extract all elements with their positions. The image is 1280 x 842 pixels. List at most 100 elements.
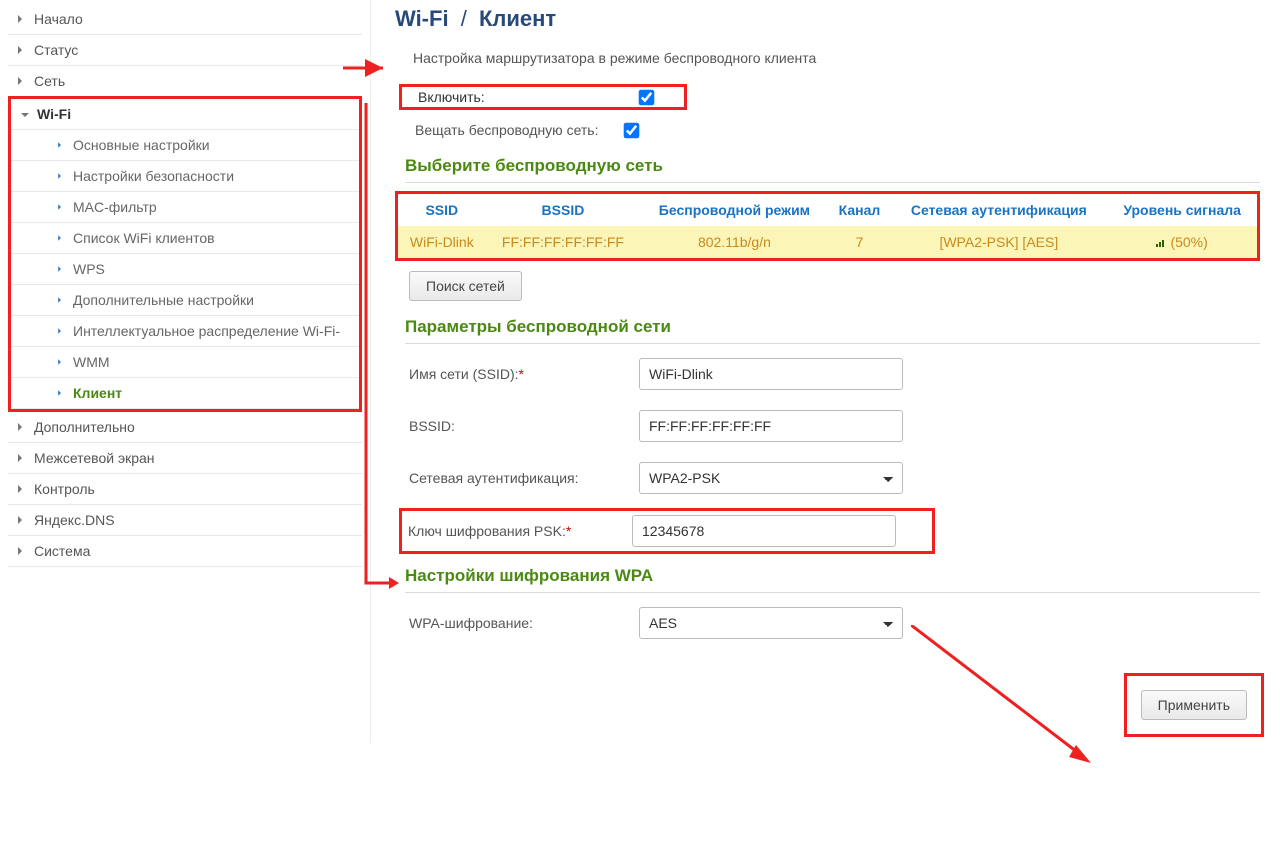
nav-label: WPS bbox=[73, 261, 105, 277]
main-panel: Wi-Fi / Клиент Настройка маршрутизатора … bbox=[370, 0, 1280, 743]
nav-status[interactable]: Статус bbox=[8, 35, 362, 66]
nav-label: Начало bbox=[34, 11, 83, 27]
nav-yandex-dns[interactable]: Яндекс.DNS bbox=[8, 505, 362, 536]
nav-wifi-security[interactable]: Настройки безопасности bbox=[11, 161, 359, 192]
nav-wifi-wmm[interactable]: WMM bbox=[11, 347, 359, 378]
enable-checkbox[interactable] bbox=[639, 89, 655, 105]
apply-button[interactable]: Применить bbox=[1141, 690, 1247, 720]
nav-wifi-clients[interactable]: Список WiFi клиентов bbox=[11, 223, 359, 254]
chevron-icon bbox=[18, 516, 26, 524]
bssid-input[interactable] bbox=[639, 410, 903, 442]
chevron-icon bbox=[58, 173, 64, 179]
breadcrumb-section: Wi-Fi bbox=[395, 6, 449, 31]
nav-label: Интеллектуальное распределение Wi-Fi- bbox=[73, 323, 340, 339]
enable-highlight: Включить: bbox=[399, 84, 687, 110]
nav-wifi-basic[interactable]: Основные настройки bbox=[11, 130, 359, 161]
bssid-row: BSSID: bbox=[405, 404, 1260, 448]
table-row[interactable]: WiFi-Dlink FF:FF:FF:FF:FF:FF 802.11b/g/n… bbox=[397, 226, 1259, 260]
chevron-icon bbox=[58, 204, 64, 210]
apply-highlight: Применить bbox=[1124, 673, 1264, 737]
nav-label: Настройки безопасности bbox=[73, 168, 234, 184]
nav-wifi-wps[interactable]: WPS bbox=[11, 254, 359, 285]
psk-input[interactable] bbox=[632, 515, 896, 547]
chevron-icon bbox=[18, 485, 26, 493]
nav-wifi-mac[interactable]: MAC-фильтр bbox=[11, 192, 359, 223]
search-networks-button[interactable]: Поиск сетей bbox=[409, 271, 522, 301]
nav-label: Контроль bbox=[34, 481, 95, 497]
wpa-enc-label: WPA-шифрование: bbox=[409, 615, 639, 631]
chevron-icon bbox=[58, 297, 64, 303]
section-wireless-params: Параметры беспроводной сети bbox=[405, 317, 1260, 344]
nav-net[interactable]: Сеть bbox=[8, 66, 362, 97]
psk-label: Ключ шифрования PSK:* bbox=[408, 523, 632, 539]
bssid-label: BSSID: bbox=[409, 418, 639, 434]
cell-channel: 7 bbox=[829, 226, 891, 260]
nav-label: Статус bbox=[34, 42, 78, 58]
nav-label: Список WiFi клиентов bbox=[73, 230, 215, 246]
th-mode: Беспроводной режим bbox=[640, 193, 828, 227]
chevron-down-icon bbox=[21, 113, 29, 121]
cell-signal: (50%) bbox=[1107, 226, 1258, 260]
broadcast-label: Вещать беспроводную сеть: bbox=[415, 122, 625, 138]
nav-firewall[interactable]: Межсетевой экран bbox=[8, 443, 362, 474]
auth-select[interactable]: WPA2-PSK bbox=[639, 462, 903, 494]
nav-wifi-advanced[interactable]: Дополнительные настройки bbox=[11, 285, 359, 316]
section-pick-network: Выберите беспроводную сеть bbox=[405, 156, 1260, 183]
breadcrumb: Wi-Fi / Клиент bbox=[395, 6, 1260, 32]
cell-ssid: WiFi-Dlink bbox=[397, 226, 486, 260]
nav-label: Основные настройки bbox=[73, 137, 210, 153]
nav-wifi-client[interactable]: Клиент bbox=[11, 378, 359, 409]
th-auth: Сетевая аутентификация bbox=[890, 193, 1107, 227]
th-signal: Уровень сигнала bbox=[1107, 193, 1258, 227]
nav-label: WMM bbox=[73, 354, 110, 370]
chevron-icon bbox=[18, 15, 26, 23]
chevron-icon bbox=[18, 423, 26, 431]
chevron-icon bbox=[58, 359, 64, 365]
chevron-icon bbox=[58, 266, 64, 272]
nav-label: Wi-Fi bbox=[37, 106, 71, 122]
wpa-enc-row: WPA-шифрование: AES bbox=[405, 601, 1260, 645]
breadcrumb-page: Клиент bbox=[479, 6, 556, 31]
nav-label: Дополнительные настройки bbox=[73, 292, 254, 308]
broadcast-checkbox[interactable] bbox=[624, 122, 640, 138]
nav-wifi-highlight: Wi-Fi Основные настройки Настройки безоп… bbox=[8, 96, 362, 412]
nav-label: Межсетевой экран bbox=[34, 450, 155, 466]
chevron-icon bbox=[58, 390, 64, 396]
breadcrumb-separator: / bbox=[461, 6, 467, 31]
networks-table: SSID BSSID Беспроводной режим Канал Сете… bbox=[395, 191, 1260, 261]
psk-highlight: Ключ шифрования PSK:* bbox=[399, 508, 935, 554]
chevron-icon bbox=[18, 547, 26, 555]
section-wpa-encryption: Настройки шифрования WPA bbox=[405, 566, 1260, 593]
page-description: Настройка маршрутизатора в режиме беспро… bbox=[413, 50, 1260, 66]
cell-mode: 802.11b/g/n bbox=[640, 226, 828, 260]
th-channel: Канал bbox=[829, 193, 891, 227]
chevron-icon bbox=[58, 142, 64, 148]
nav-home[interactable]: Начало bbox=[8, 4, 362, 35]
auth-label: Сетевая аутентификация: bbox=[409, 470, 639, 486]
nav-system[interactable]: Система bbox=[8, 536, 362, 567]
wpa-enc-select[interactable]: AES bbox=[639, 607, 903, 639]
nav-label: MAC-фильтр bbox=[73, 199, 157, 215]
nav-wifi-intelligent[interactable]: Интеллектуальное распределение Wi-Fi- bbox=[11, 316, 359, 347]
nav-label: Система bbox=[34, 543, 90, 559]
th-bssid: BSSID bbox=[486, 193, 641, 227]
nav-control[interactable]: Контроль bbox=[8, 474, 362, 505]
nav-wifi[interactable]: Wi-Fi bbox=[11, 99, 359, 130]
ssid-row: Имя сети (SSID):* bbox=[405, 352, 1260, 396]
chevron-icon bbox=[58, 328, 64, 334]
chevron-icon bbox=[58, 235, 64, 241]
nav-extra[interactable]: Дополнительно bbox=[8, 412, 362, 443]
sidebar: Начало Статус Сеть Wi-Fi Основные настро… bbox=[0, 0, 370, 743]
chevron-icon bbox=[18, 454, 26, 462]
ssid-input[interactable] bbox=[639, 358, 903, 390]
ssid-label: Имя сети (SSID):* bbox=[409, 366, 639, 382]
th-ssid: SSID bbox=[397, 193, 486, 227]
nav-label: Клиент bbox=[73, 385, 122, 401]
auth-row: Сетевая аутентификация: WPA2-PSK bbox=[405, 456, 1260, 500]
cell-auth: [WPA2-PSK] [AES] bbox=[890, 226, 1107, 260]
signal-bars-icon bbox=[1156, 237, 1164, 247]
broadcast-row: Вещать беспроводную сеть: bbox=[411, 116, 1260, 144]
chevron-icon bbox=[18, 46, 26, 54]
chevron-icon bbox=[18, 77, 26, 85]
table-header-row: SSID BSSID Беспроводной режим Канал Сете… bbox=[397, 193, 1259, 227]
